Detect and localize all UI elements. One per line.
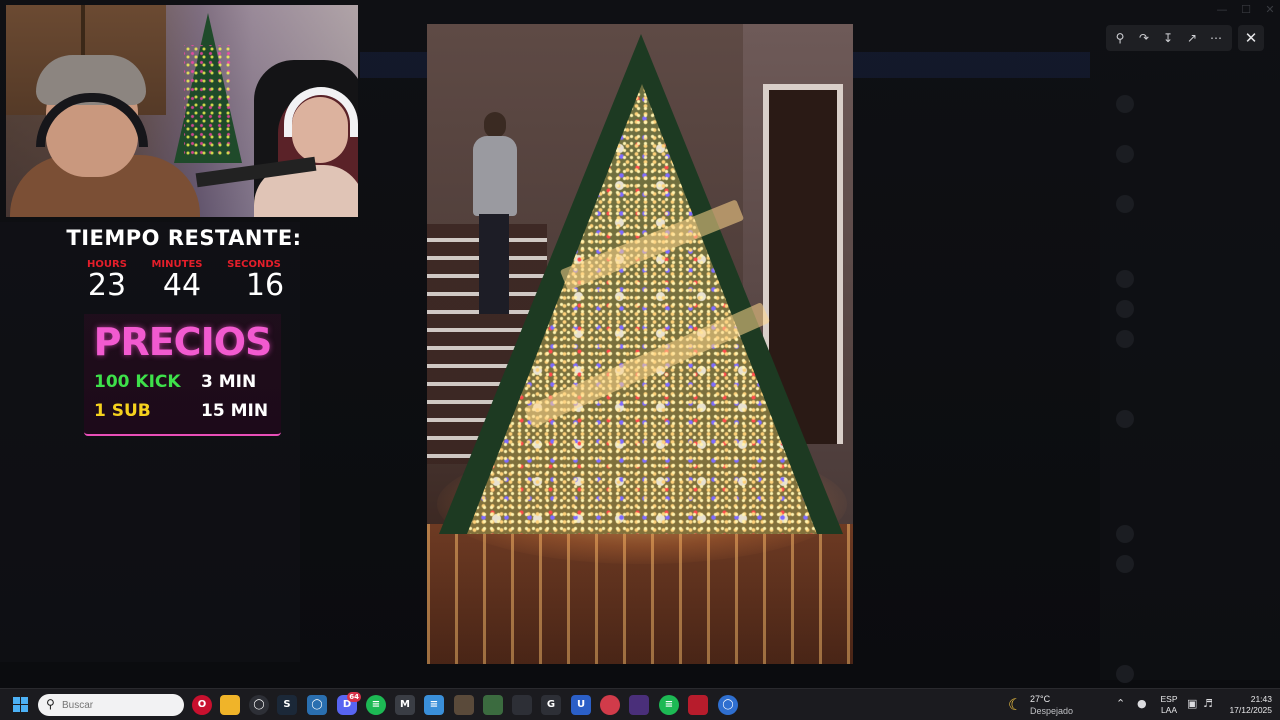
- notification-badge: 64: [347, 692, 361, 702]
- weather-widget[interactable]: ☾ 27°C Despejado: [1008, 693, 1098, 717]
- app-icon[interactable]: G: [541, 695, 561, 715]
- taskbar: ⚲ O ◯ S ◯ D 64 ≡ M ≡ G U ≡ ◯ ☾ 27°C Desp…: [0, 688, 1280, 720]
- app-icon[interactable]: [629, 695, 649, 715]
- open-external-icon[interactable]: ↗: [1183, 29, 1201, 47]
- weather-temp: 27°C: [1030, 694, 1051, 704]
- spotify-icon[interactable]: ≡: [659, 695, 679, 715]
- background-avatar: [1116, 665, 1134, 683]
- timer-seconds-value: 16: [245, 268, 285, 303]
- volume-icon[interactable]: ♬: [1203, 697, 1213, 710]
- microphone-icon[interactable]: ●: [1137, 697, 1147, 710]
- close-icon[interactable]: ✕: [1238, 25, 1264, 51]
- background-avatar: [1116, 555, 1134, 573]
- precios-panel: PRECIOS 100 KICK 3 MIN 1 SUB 15 MIN: [84, 314, 281, 436]
- background-avatar: [1116, 410, 1134, 428]
- steam-icon[interactable]: S: [277, 695, 297, 715]
- precios-title: PRECIOS: [93, 320, 273, 364]
- chevron-up-icon[interactable]: ⌃: [1116, 697, 1125, 710]
- price-time: 15 MIN: [201, 401, 269, 421]
- background-avatar: [1116, 270, 1134, 288]
- timer-hours-value: 23: [87, 268, 127, 303]
- price-item: 1 SUB: [94, 401, 151, 421]
- app-icon[interactable]: ◯: [249, 695, 269, 715]
- moon-icon: ☾: [1008, 695, 1023, 714]
- timer-minutes-value: 44: [162, 268, 202, 303]
- language-indicator[interactable]: ESP LAA: [1158, 694, 1180, 716]
- clock-time: 21:43: [1250, 694, 1272, 704]
- spotify-icon[interactable]: ≡: [366, 695, 386, 715]
- window-close-icon: ✕: [1265, 3, 1275, 16]
- timer-title: TIEMPO RESTANTE:: [66, 226, 302, 250]
- price-item: 100 KICK: [94, 372, 181, 392]
- background-avatar: [1116, 330, 1134, 348]
- file-explorer-icon[interactable]: [220, 695, 240, 715]
- download-icon[interactable]: ↧: [1159, 29, 1177, 47]
- app-icon[interactable]: [600, 695, 620, 715]
- search-icon: ⚲: [46, 697, 55, 711]
- background-avatar: [1116, 145, 1134, 163]
- notes-icon[interactable]: ≡: [424, 695, 444, 715]
- language-line2: LAA: [1160, 705, 1178, 715]
- viewer-image[interactable]: [427, 24, 853, 664]
- taskbar-search[interactable]: ⚲: [38, 694, 184, 716]
- background-avatar: [1116, 195, 1134, 213]
- shield-app-icon[interactable]: ◯: [307, 695, 327, 715]
- viewer-toolbar: ⚲ ↷ ↧ ↗ ⋯: [1106, 25, 1232, 51]
- share-icon[interactable]: ↷: [1135, 29, 1153, 47]
- app-icon[interactable]: M: [395, 695, 415, 715]
- network-icon[interactable]: ▣: [1187, 697, 1197, 710]
- discord-icon[interactable]: D 64: [337, 692, 361, 715]
- bitwarden-icon[interactable]: U: [571, 695, 591, 715]
- app-icon[interactable]: [512, 695, 532, 715]
- app-icon[interactable]: [483, 695, 503, 715]
- clock-date: 17/12/2025: [1229, 705, 1272, 715]
- system-clock[interactable]: 21:43 17/12/2025: [1222, 694, 1272, 716]
- search-input[interactable]: [62, 697, 174, 713]
- app-icon[interactable]: [454, 695, 474, 715]
- webcam-feed: [6, 5, 358, 217]
- language-line1: ESP: [1160, 694, 1178, 704]
- windows-start-button[interactable]: [13, 697, 29, 713]
- background-member-list: [1100, 80, 1280, 680]
- minimize-icon: —: [1216, 3, 1228, 16]
- weather-condition: Despejado: [1030, 706, 1074, 716]
- background-avatar: [1116, 300, 1134, 318]
- background-avatar: [1116, 95, 1134, 113]
- opera-gx-icon[interactable]: O: [192, 695, 212, 715]
- app-icon[interactable]: [688, 695, 708, 715]
- background-avatar: [1116, 525, 1134, 543]
- maximize-icon: ☐: [1241, 3, 1251, 16]
- zoom-in-icon[interactable]: ⚲: [1111, 29, 1129, 47]
- app-icon[interactable]: ◯: [718, 695, 738, 715]
- price-time: 3 MIN: [201, 372, 257, 392]
- more-icon[interactable]: ⋯: [1207, 29, 1225, 47]
